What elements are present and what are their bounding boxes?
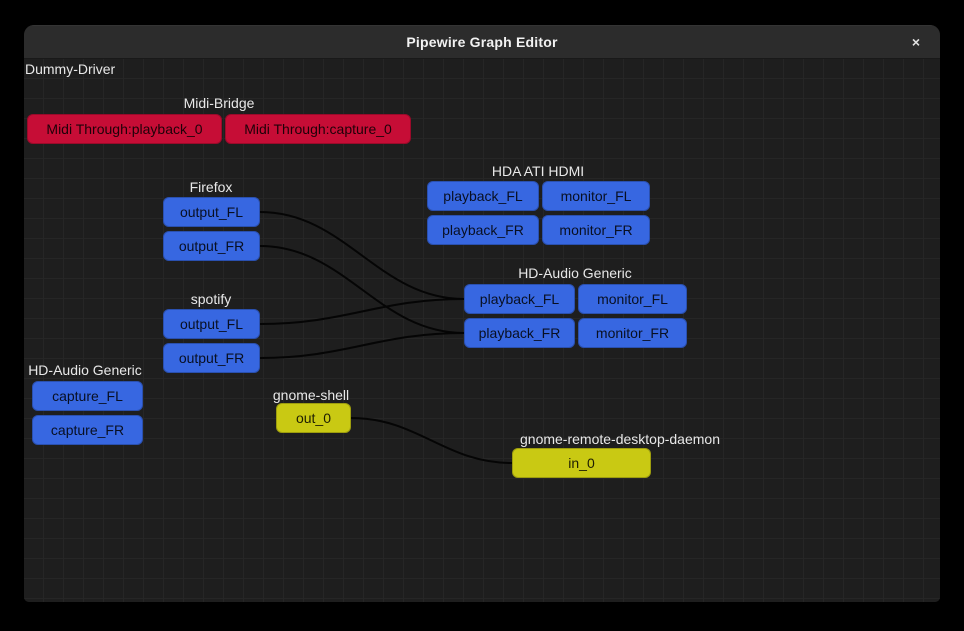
port-spotify-output-fl[interactable]: output_FL	[163, 309, 260, 339]
node-label-gnome-shell[interactable]: gnome-shell	[273, 387, 349, 403]
wire-firefox.output_FR-to-hd-audio-generic-out.playback_FR[interactable]	[260, 246, 464, 333]
node-label-hda-ati-hdmi[interactable]: HDA ATI HDMI	[492, 163, 584, 179]
port-hda-ati-hdmi-monitor-fl[interactable]: monitor_FL	[542, 181, 650, 211]
port-midi-through-playback-0[interactable]: Midi Through:playback_0	[27, 114, 222, 144]
port-hda-ati-hdmi-monitor-fr[interactable]: monitor_FR	[542, 215, 650, 245]
node-label-gnome-remote-desktop-daemon[interactable]: gnome-remote-desktop-daemon	[520, 431, 720, 447]
port-hd-audio-generic-playback-fr[interactable]: playback_FR	[464, 318, 575, 348]
port-gnome-remote-desktop-daemon-in-0[interactable]: in_0	[512, 448, 651, 478]
port-hd-audio-generic-monitor-fl[interactable]: monitor_FL	[578, 284, 687, 314]
window-title: Pipewire Graph Editor	[406, 34, 557, 50]
pipewire-graph-editor-window: Pipewire Graph Editor × Dummy-Driver Mid…	[24, 25, 940, 602]
node-label-spotify[interactable]: spotify	[191, 291, 231, 307]
port-firefox-output-fl[interactable]: output_FL	[163, 197, 260, 227]
port-hd-audio-generic-capture-fr[interactable]: capture_FR	[32, 415, 143, 445]
port-hd-audio-generic-monitor-fr[interactable]: monitor_FR	[578, 318, 687, 348]
port-midi-through-capture-0[interactable]: Midi Through:capture_0	[225, 114, 411, 144]
port-spotify-output-fr[interactable]: output_FR	[163, 343, 260, 373]
port-hd-audio-generic-playback-fl[interactable]: playback_FL	[464, 284, 575, 314]
node-label-hd-audio-generic-out[interactable]: HD-Audio Generic	[518, 265, 632, 281]
close-icon[interactable]: ×	[902, 25, 930, 58]
port-firefox-output-fr[interactable]: output_FR	[163, 231, 260, 261]
wire-gnome-shell.out_0-to-gnome-remote-desktop-daemon.in_0[interactable]	[351, 418, 512, 463]
port-hda-ati-hdmi-playback-fl[interactable]: playback_FL	[427, 181, 539, 211]
node-label-dummy-driver[interactable]: Dummy-Driver	[25, 61, 115, 77]
port-hda-ati-hdmi-playback-fr[interactable]: playback_FR	[427, 215, 539, 245]
port-gnome-shell-out-0[interactable]: out_0	[276, 403, 351, 433]
node-label-midi-bridge[interactable]: Midi-Bridge	[184, 95, 255, 111]
titlebar[interactable]: Pipewire Graph Editor ×	[24, 25, 940, 59]
node-label-hd-audio-generic-in[interactable]: HD-Audio Generic	[28, 362, 142, 378]
wire-spotify.output_FR-to-hd-audio-generic-out.playback_FR[interactable]	[260, 333, 464, 358]
node-label-firefox[interactable]: Firefox	[190, 179, 233, 195]
graph-canvas[interactable]: Dummy-Driver Midi-Bridge Midi Through:pl…	[24, 59, 940, 602]
port-hd-audio-generic-capture-fl[interactable]: capture_FL	[32, 381, 143, 411]
wire-spotify.output_FL-to-hd-audio-generic-out.playback_FL[interactable]	[260, 299, 464, 324]
